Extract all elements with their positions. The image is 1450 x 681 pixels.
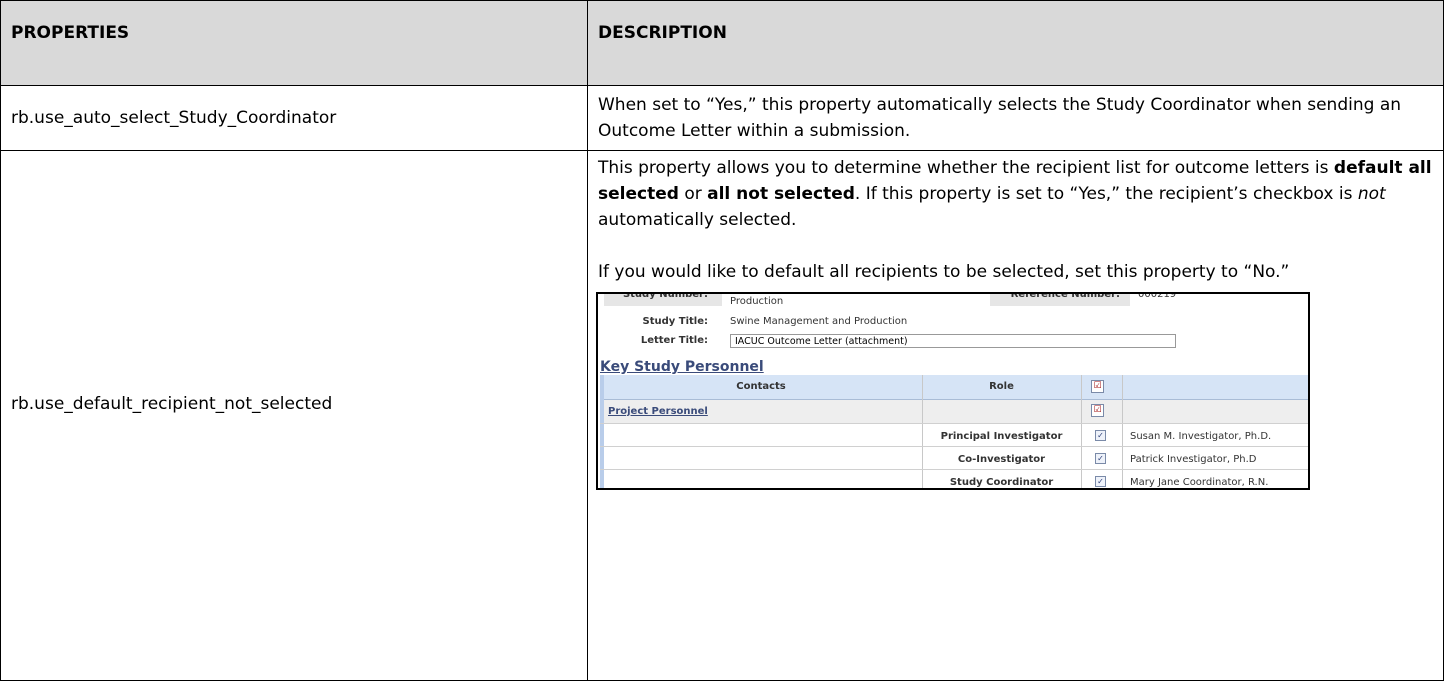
personnel-name: Mary Jane Coordinator, R.N. — [1130, 477, 1269, 488]
description-paragraph: This property allows you to determine wh… — [598, 155, 1433, 233]
project-personnel-row — [604, 400, 1308, 423]
contacts-column-header: Contacts — [736, 381, 786, 392]
description-column-header: DESCRIPTION — [587, 0, 1444, 86]
recipient-checkbox[interactable]: ✓ — [1095, 476, 1106, 487]
personnel-name: Patrick Investigator, Ph.D — [1130, 454, 1257, 465]
recipient-checkbox[interactable]: ✓ — [1095, 453, 1106, 464]
select-all-icon[interactable]: ☑ — [1091, 404, 1104, 417]
personnel-role: Co-Investigator — [957, 454, 1046, 465]
personnel-grid: Contacts Role ☑ ☑ Project Personnel Prin… — [600, 375, 1308, 488]
description-bold-text: all not selected — [707, 184, 855, 204]
study-number-value: Production — [730, 296, 784, 307]
description-paragraph: If you would like to default all recipie… — [598, 262, 1290, 282]
property-description-cell: This property allows you to determine wh… — [587, 150, 1444, 681]
description-text: This property allows you to determine wh… — [598, 158, 1334, 178]
properties-table: PROPERTIES DESCRIPTION rb.use_auto_selec… — [0, 0, 1444, 681]
property-description-cell: When set to “Yes,” this property automat… — [587, 85, 1444, 151]
table-header-row: PROPERTIES DESCRIPTION — [0, 0, 1444, 86]
letter-title-label: Letter Title: — [640, 335, 708, 346]
study-title-value: Swine Management and Production — [730, 316, 908, 327]
table-row: rb.use_auto_select_Study_Coordinator Whe… — [0, 85, 1444, 151]
table-row: rb.use_default_recipient_not_selected Th… — [0, 150, 1444, 681]
reference-number-label: Reference Number: — [1010, 292, 1120, 300]
role-column-header: Role — [989, 381, 1014, 392]
project-personnel-link[interactable]: Project Personnel — [608, 406, 708, 417]
personnel-role: Study Coordinator — [949, 477, 1054, 488]
study-number-label: Study Number: — [622, 292, 708, 300]
properties-column-header: PROPERTIES — [0, 0, 588, 86]
description-italic-text: not — [1357, 184, 1386, 204]
description-text: automatically selected. — [598, 210, 797, 230]
key-study-personnel-heading: Key Study Personnel — [600, 359, 764, 375]
study-title-label: Study Title: — [642, 316, 709, 327]
outcome-letter-screenshot: Study Number: Production Reference Numbe… — [596, 292, 1310, 490]
personnel-name: Susan M. Investigator, Ph.D. — [1130, 431, 1272, 442]
personnel-role: Principal Investigator — [940, 431, 1063, 442]
reference-number-value: 000219 — [1138, 292, 1177, 300]
letter-title-input[interactable]: IACUC Outcome Letter (attachment) — [730, 334, 1176, 348]
property-name-cell: rb.use_auto_select_Study_Coordinator — [0, 85, 588, 151]
description-text: . If this property is set to “Yes,” the … — [854, 184, 1358, 204]
description-text: or — [678, 184, 708, 204]
recipient-checkbox[interactable]: ✓ — [1095, 430, 1106, 441]
select-all-icon[interactable]: ☑ — [1091, 380, 1104, 393]
property-name-cell: rb.use_default_recipient_not_selected — [0, 150, 588, 681]
